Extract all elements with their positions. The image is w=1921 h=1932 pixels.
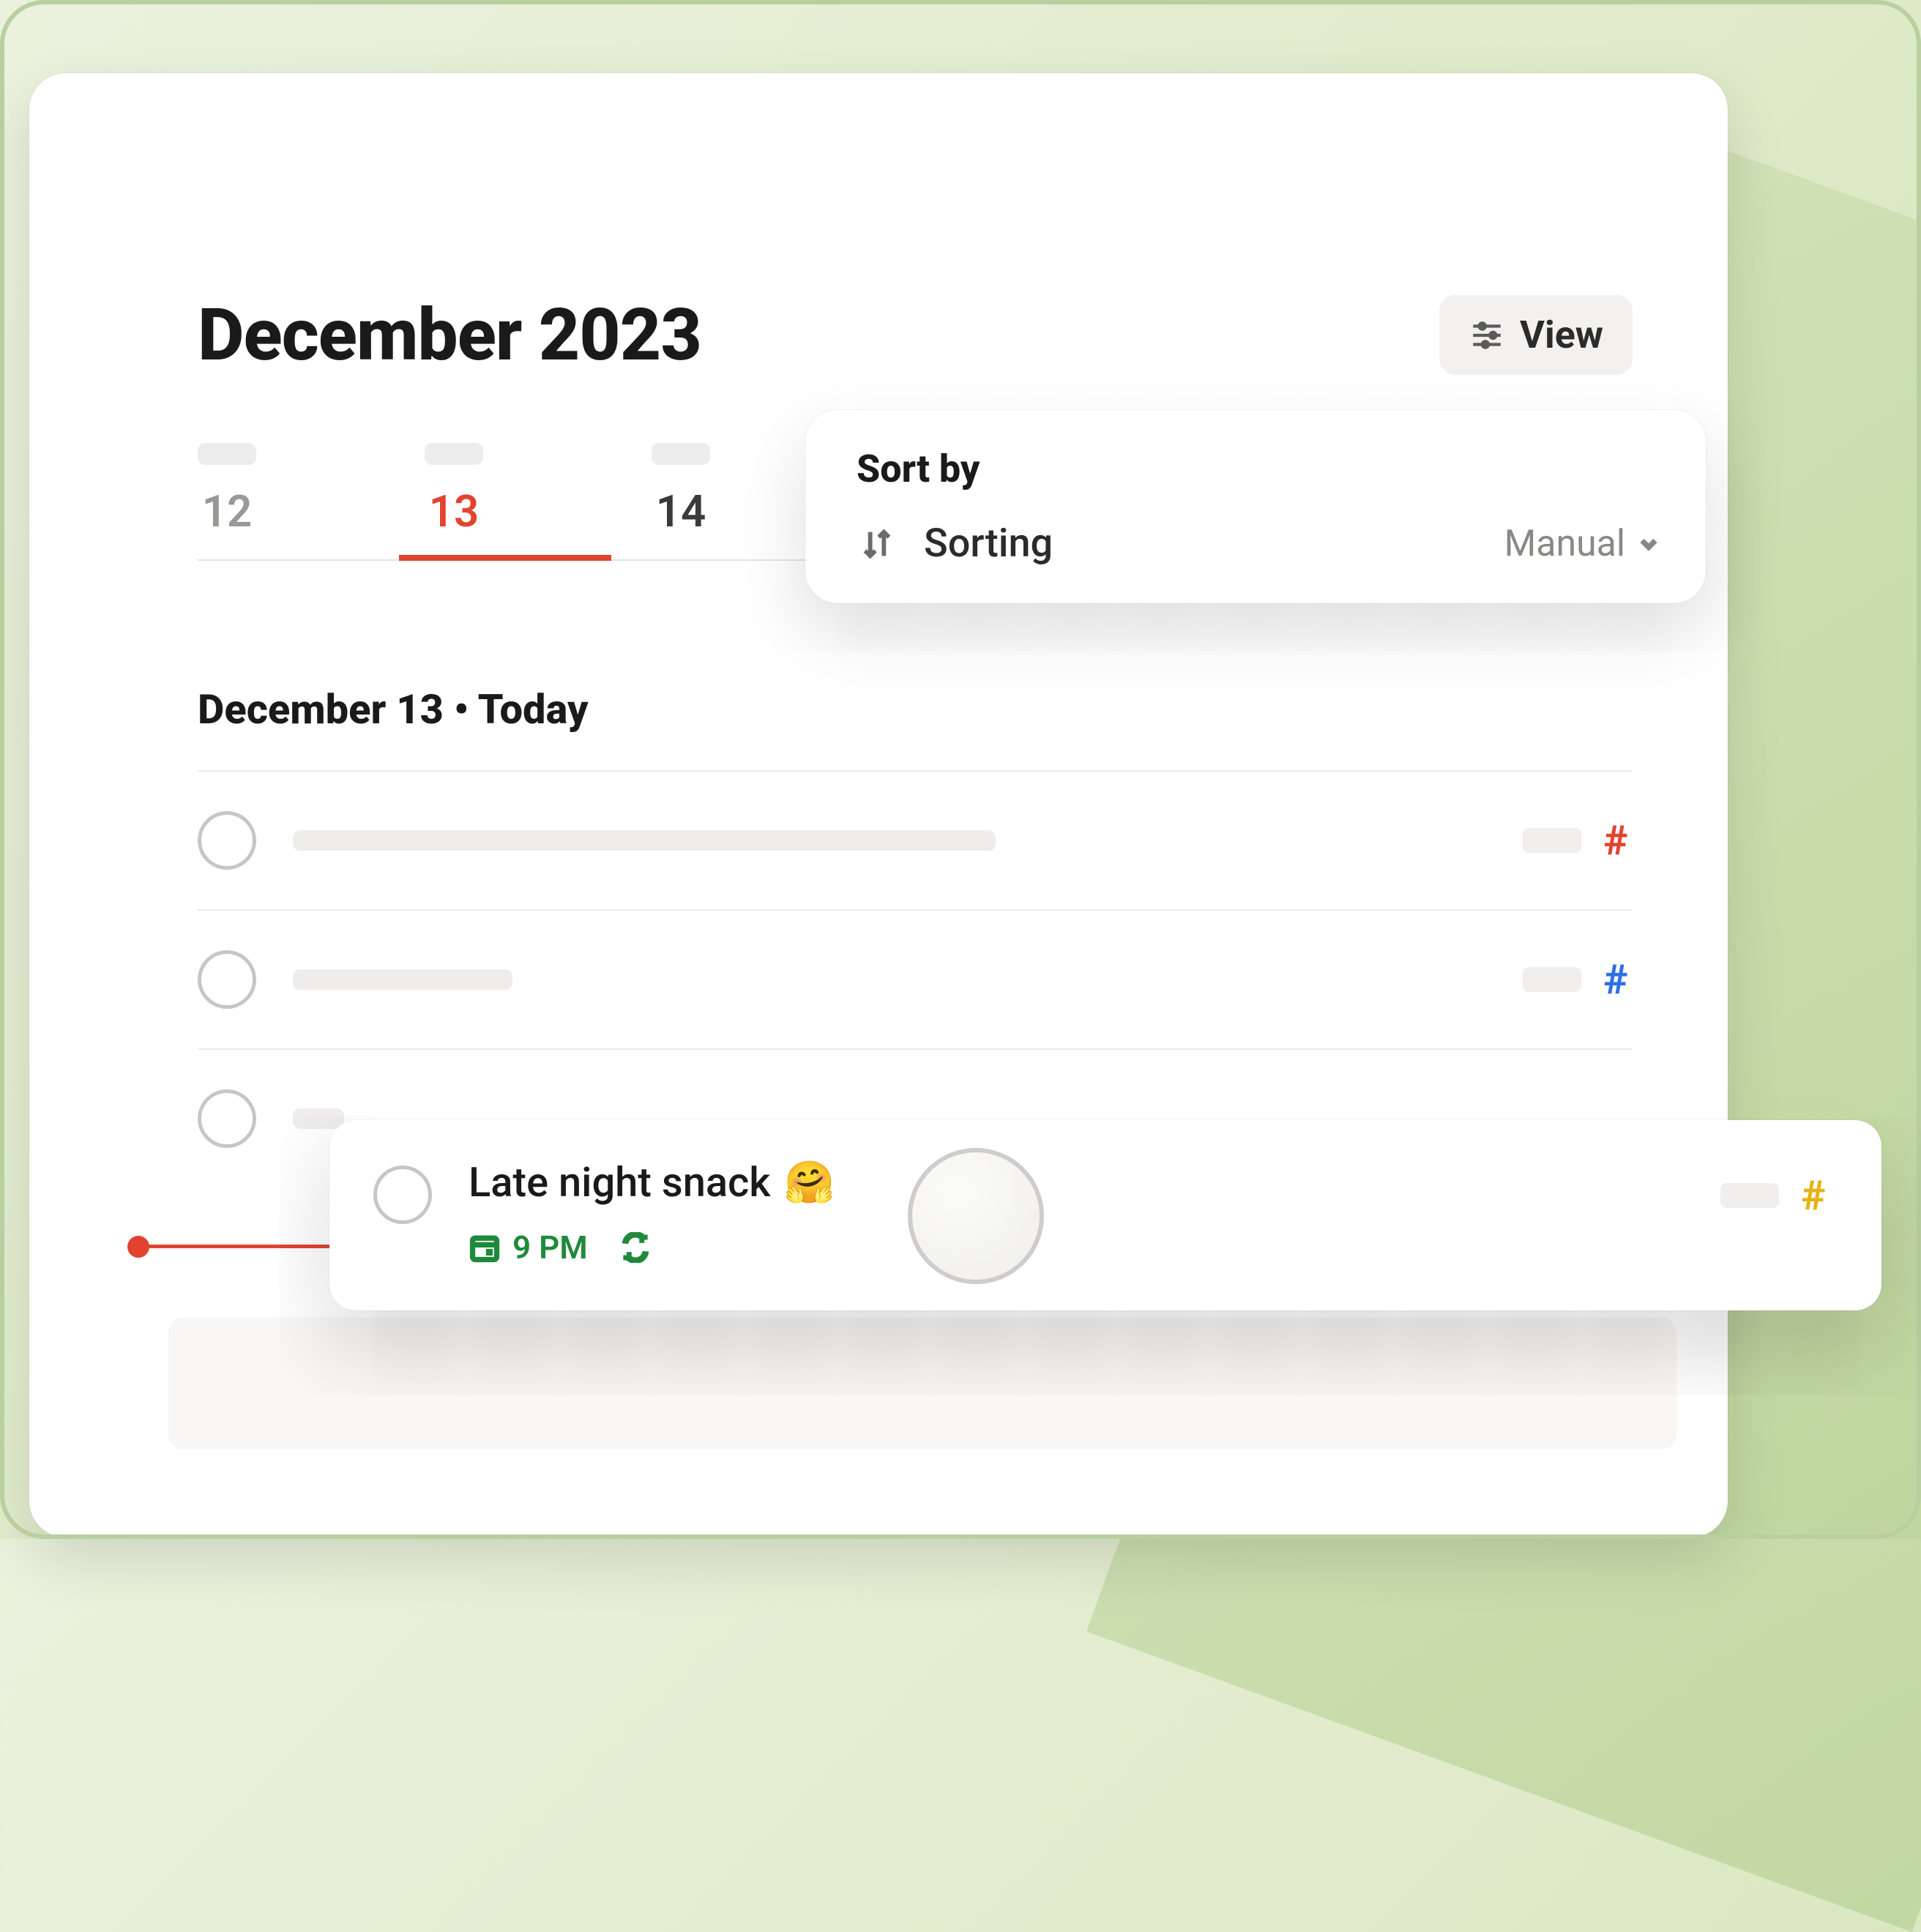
task-meta: # bbox=[1523, 955, 1633, 1004]
task-title-placeholder bbox=[293, 969, 512, 990]
date-number: 12 bbox=[202, 485, 253, 537]
add-task-placeholder[interactable] bbox=[168, 1318, 1676, 1450]
page-title: December 2023 bbox=[198, 293, 701, 377]
date-14[interactable]: 14 bbox=[652, 443, 710, 559]
project-placeholder bbox=[1720, 1183, 1779, 1208]
task-title-placeholder bbox=[293, 1108, 344, 1129]
sort-row-label: Sorting bbox=[924, 521, 1053, 567]
date-13[interactable]: 13 bbox=[425, 443, 483, 559]
dragged-task-card[interactable]: Late night snack 🤗 9 PM # bbox=[329, 1120, 1881, 1310]
sliders-icon bbox=[1469, 317, 1505, 354]
task-meta: # bbox=[1523, 816, 1633, 865]
project-placeholder bbox=[1523, 828, 1581, 853]
task-emoji: 🤗 bbox=[783, 1158, 835, 1206]
repeat-icon bbox=[620, 1232, 651, 1263]
task-title-text: Late night snack bbox=[469, 1158, 770, 1206]
view-button-label: View bbox=[1520, 313, 1603, 357]
task-time: 9 PM bbox=[512, 1228, 588, 1267]
task-row[interactable]: # bbox=[198, 772, 1633, 911]
section-heading: December 13 • Today bbox=[198, 685, 1633, 734]
sort-popover: Sort by Sorting Manual bbox=[805, 410, 1706, 603]
task-row[interactable]: # bbox=[198, 911, 1633, 1050]
hash-icon: # bbox=[1599, 955, 1633, 1004]
project-placeholder bbox=[1523, 967, 1581, 992]
sort-value: Manual bbox=[1504, 523, 1662, 565]
task-title-placeholder bbox=[293, 830, 996, 851]
weekday-placeholder bbox=[198, 443, 256, 465]
hash-icon: # bbox=[1599, 816, 1633, 865]
task-meta-row: 9 PM bbox=[469, 1228, 835, 1267]
task-checkbox[interactable] bbox=[373, 1165, 432, 1224]
sort-arrows-icon bbox=[857, 523, 898, 564]
task-title: Late night snack 🤗 bbox=[469, 1158, 835, 1206]
date-number: 14 bbox=[656, 485, 706, 537]
weekday-placeholder bbox=[425, 443, 483, 465]
task-checkbox[interactable] bbox=[198, 811, 256, 870]
drag-cursor-icon bbox=[908, 1148, 1044, 1284]
view-button[interactable]: View bbox=[1439, 295, 1633, 375]
date-12[interactable]: 12 bbox=[198, 443, 256, 559]
date-number: 13 bbox=[429, 485, 480, 537]
sort-option-row[interactable]: Sorting Manual bbox=[857, 521, 1662, 567]
sort-popover-title: Sort by bbox=[857, 447, 1662, 491]
hash-icon: # bbox=[1797, 1171, 1830, 1220]
header: December 2023 View bbox=[198, 293, 1633, 377]
task-checkbox[interactable] bbox=[198, 950, 256, 1009]
calendar-icon bbox=[469, 1231, 501, 1264]
task-checkbox[interactable] bbox=[198, 1089, 256, 1148]
task-due-chip[interactable]: 9 PM bbox=[469, 1228, 588, 1267]
sort-value-text: Manual bbox=[1504, 523, 1625, 565]
weekday-placeholder bbox=[652, 443, 710, 465]
chevron-down-icon bbox=[1635, 531, 1662, 557]
task-meta: # bbox=[1720, 1171, 1830, 1220]
